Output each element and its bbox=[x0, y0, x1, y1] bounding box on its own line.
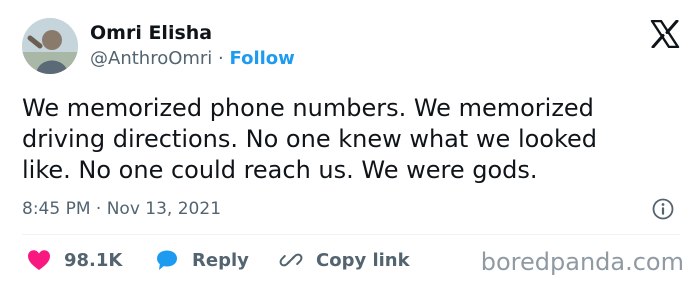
reply-label: Reply bbox=[192, 249, 249, 271]
tweet-timestamp[interactable]: 8:45 PM · Nov 13, 2021 bbox=[22, 199, 221, 219]
author-handle[interactable]: @AnthroOmri bbox=[90, 48, 212, 69]
copy-link-label: Copy link bbox=[316, 249, 410, 271]
tweet-card: Omri Elisha @AnthroOmri · Follow We memo… bbox=[0, 0, 700, 287]
like-count: 98.1K bbox=[64, 249, 123, 271]
follow-button[interactable]: Follow bbox=[230, 48, 295, 69]
speech-bubble-icon bbox=[154, 248, 180, 272]
avatar[interactable] bbox=[22, 18, 78, 74]
site-watermark: boredpanda.com bbox=[480, 248, 684, 276]
info-icon[interactable] bbox=[652, 198, 674, 220]
author-name[interactable]: Omri Elisha bbox=[90, 22, 212, 44]
copy-link-button[interactable]: Copy link bbox=[278, 248, 410, 272]
tweet-date: Nov 13, 2021 bbox=[106, 199, 222, 219]
avatar-photo bbox=[22, 18, 78, 74]
x-logo-icon[interactable] bbox=[650, 19, 680, 49]
divider bbox=[22, 234, 680, 235]
handle-separator: · bbox=[218, 48, 224, 69]
like-button[interactable]: 98.1K bbox=[26, 248, 122, 272]
timestamp-separator: · bbox=[95, 199, 102, 219]
reply-button[interactable]: Reply bbox=[154, 248, 249, 272]
author-handle-row: @AnthroOmri · Follow bbox=[90, 48, 295, 69]
heart-icon bbox=[26, 248, 52, 272]
tweet-time: 8:45 PM bbox=[22, 199, 91, 219]
tweet-text: We memorized phone numbers. We memorized… bbox=[22, 94, 598, 184]
link-icon bbox=[278, 248, 304, 272]
